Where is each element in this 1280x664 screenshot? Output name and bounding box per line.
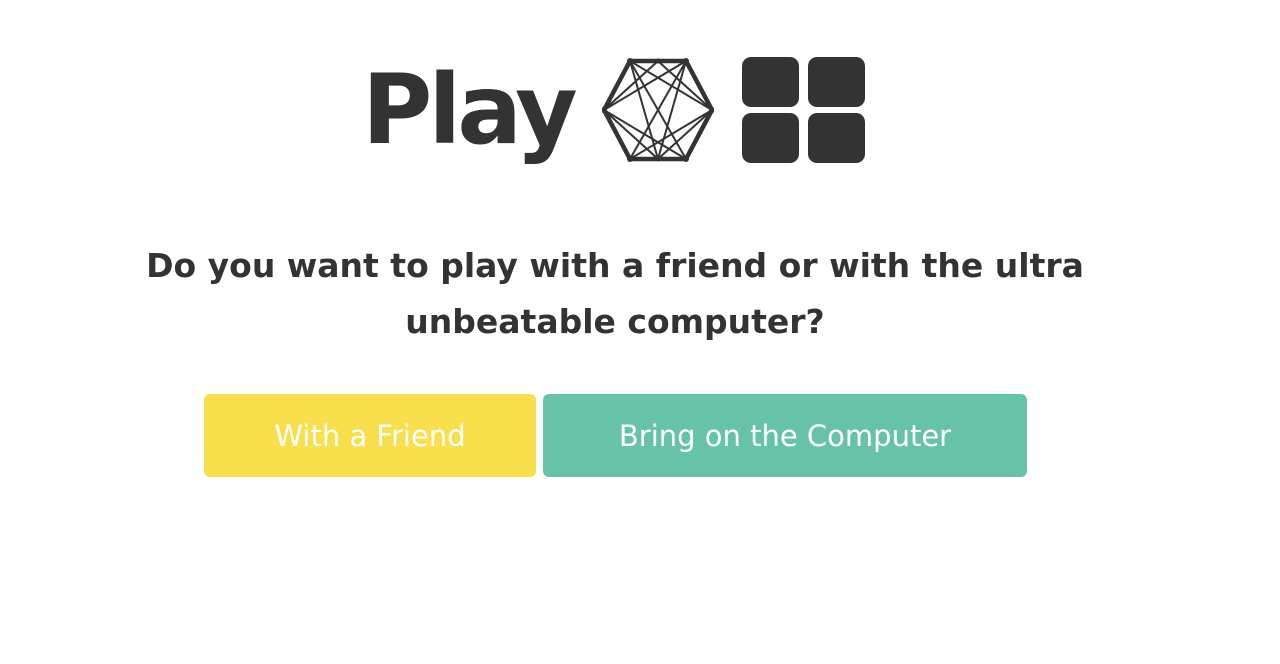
game-mode-screen: Play Do you want to play with a friend o… [0, 0, 1280, 664]
four-squares-grid-icon [741, 57, 865, 163]
computer-button[interactable]: Bring on the Computer [543, 394, 1027, 477]
game-header: Play [362, 55, 866, 165]
with-friend-button[interactable]: With a Friend [204, 394, 536, 477]
page-title: Play [362, 54, 578, 166]
hexagon-network-icon [601, 58, 714, 162]
mode-question: Do you want to play with a friend or wit… [146, 246, 1084, 341]
mode-buttons: With a Friend Bring on the Computer [204, 394, 1027, 477]
